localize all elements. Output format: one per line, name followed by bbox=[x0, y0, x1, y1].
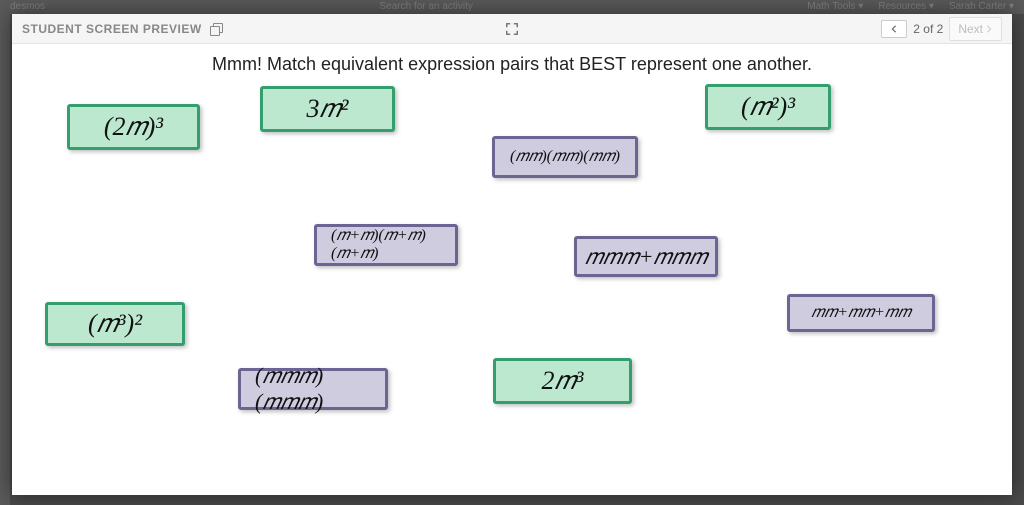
card-mmm-mmm[interactable]: (𝑚𝑚𝑚)(𝑚𝑚𝑚) bbox=[238, 368, 388, 410]
background-nav: desmos Search for an activity Math Tools… bbox=[0, 0, 1024, 14]
bg-user: Sarah Carter ▾ bbox=[949, 1, 1014, 13]
header-nav: 2 of 2 Next bbox=[881, 17, 1002, 41]
card-mm-mm-mm[interactable]: (𝑚𝑚)(𝑚𝑚)(𝑚𝑚) bbox=[492, 136, 638, 178]
preview-window: STUDENT SCREEN PREVIEW 2 of 2 Next Mmm! … bbox=[12, 14, 1012, 495]
prev-button[interactable] bbox=[881, 20, 907, 38]
prompt-text: Mmm! Match equivalent expression pairs t… bbox=[12, 44, 1012, 81]
chevron-right-icon bbox=[985, 25, 993, 33]
card-m2-cubed[interactable]: (𝑚²)³ bbox=[705, 84, 831, 130]
activity-canvas[interactable]: Mmm! Match equivalent expression pairs t… bbox=[12, 44, 1012, 495]
card-3m-squared[interactable]: 3𝑚² bbox=[260, 86, 395, 132]
card-m3-squared[interactable]: (𝑚³)² bbox=[45, 302, 185, 346]
next-label: Next bbox=[958, 22, 983, 36]
preview-header: STUDENT SCREEN PREVIEW 2 of 2 Next bbox=[12, 14, 1012, 44]
copy-icon[interactable] bbox=[210, 23, 222, 35]
expand-icon[interactable] bbox=[505, 22, 519, 36]
card-mm-plus-mm-plus-mm[interactable]: 𝑚𝑚+𝑚𝑚+𝑚𝑚 bbox=[787, 294, 935, 332]
card-2m3[interactable]: 2𝑚³ bbox=[493, 358, 632, 404]
card-2m-cubed[interactable]: (2𝑚)³ bbox=[67, 104, 200, 150]
bg-logo: desmos bbox=[10, 1, 45, 13]
bg-search: Search for an activity bbox=[380, 1, 473, 13]
background-sidebar bbox=[0, 14, 10, 505]
card-mplusm-triple[interactable]: (𝑚+𝑚)(𝑚+𝑚)(𝑚+𝑚) bbox=[314, 224, 458, 266]
bg-resources: Resources ▾ bbox=[878, 1, 934, 13]
chevron-left-icon bbox=[890, 25, 898, 33]
header-title-group: STUDENT SCREEN PREVIEW bbox=[22, 22, 222, 36]
next-button[interactable]: Next bbox=[949, 17, 1002, 41]
header-title: STUDENT SCREEN PREVIEW bbox=[22, 22, 202, 36]
card-mmm-plus-mmm[interactable]: 𝑚𝑚𝑚+𝑚𝑚𝑚 bbox=[574, 236, 718, 277]
bg-math-tools: Math Tools ▾ bbox=[807, 1, 863, 13]
page-indicator: 2 of 2 bbox=[913, 22, 943, 36]
